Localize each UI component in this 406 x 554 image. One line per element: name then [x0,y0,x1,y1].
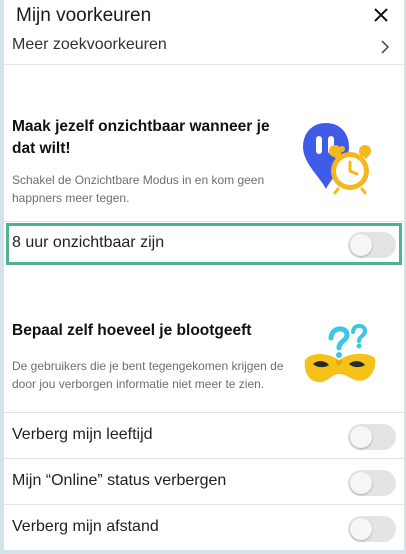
toggle-row-hide-online-status: Mijn “Online” status verbergen [4,458,404,504]
chevron-right-icon [381,40,390,54]
close-button[interactable] [372,6,390,24]
more-search-preferences-label: Meer zoekvoorkeuren [12,36,167,53]
mask-question-marks-icon [304,323,376,383]
invisible-section-title: Maak jezelf onzichtbaar wanneer je dat w… [12,118,270,157]
toggle-knob [350,426,372,448]
close-icon [374,8,388,22]
exposure-section-description: De gebruikers die je bent tegengekomen k… [12,359,284,391]
invisible-8h-label: 8 uur onzichtbaar zijn [12,234,165,251]
exposure-section-title: Bepaal zelf hoeveel je blootgeeft [12,322,252,339]
toggle-knob [350,472,372,494]
hide-age-label: Verberg mijn leeftijd [12,426,153,443]
toggle-row-hide-distance: Verberg mijn afstand [4,504,404,550]
hide-distance-label: Verberg mijn afstand [12,518,159,535]
hide-online-status-toggle[interactable] [348,470,396,496]
hide-online-status-label: Mijn “Online” status verbergen [12,472,227,489]
toggle-knob [350,234,372,256]
toggle-knob [350,518,372,540]
hide-age-toggle[interactable] [348,424,396,450]
invisible-section-description: Schakel de Onzichtbare Modus in en kom g… [12,173,265,205]
invisible-pin-alarm-clock-icon [303,123,371,195]
header: Mijn voorkeuren [4,0,404,36]
toggle-row-hide-age: Verberg mijn leeftijd [4,412,404,458]
invisible-8h-toggle[interactable] [348,232,396,258]
hide-distance-toggle[interactable] [348,516,396,542]
page-title: Mijn voorkeuren [16,5,152,26]
toggle-row-invisible-8h: 8 uur onzichtbaar zijn [4,221,404,267]
preferences-panel: Meer zoekvoorkeuren Mijn voorkeuren Maak… [4,0,404,550]
